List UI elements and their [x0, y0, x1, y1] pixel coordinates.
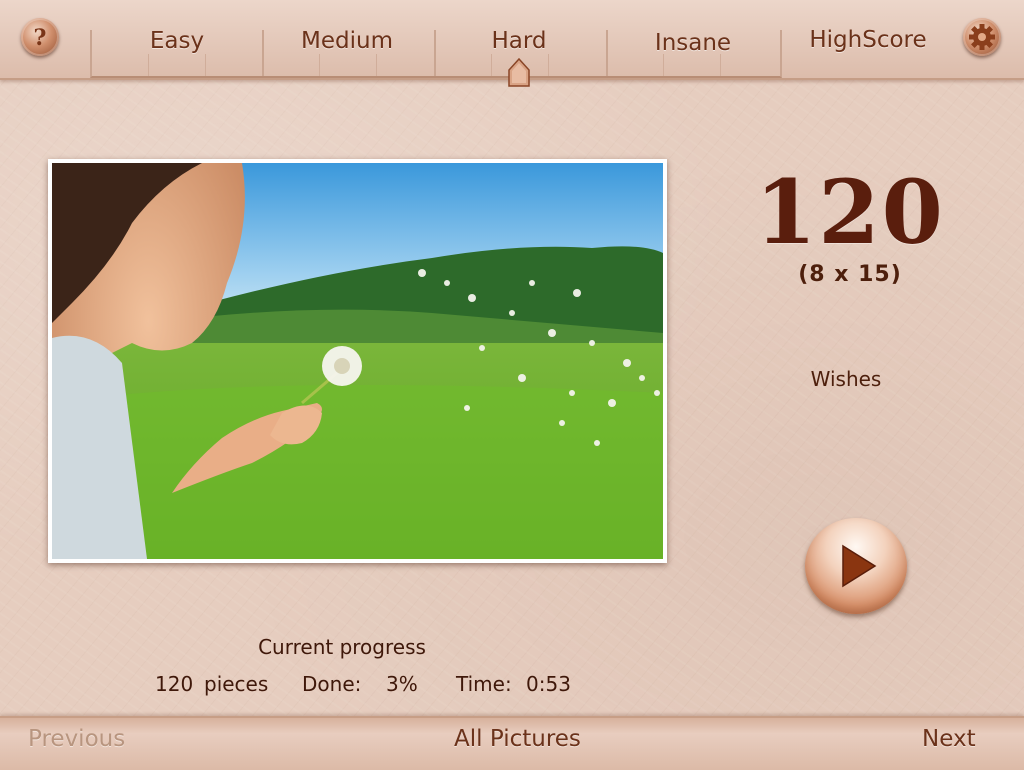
pieces-label: pieces [204, 672, 269, 696]
done-value: 3% [386, 672, 418, 696]
all-pictures-button[interactable]: All Pictures [454, 726, 581, 752]
time-label: Time: [456, 672, 512, 696]
puzzle-picture-frame[interactable] [48, 159, 667, 563]
picture-title: Wishes [810, 367, 882, 391]
next-button[interactable]: Next [922, 726, 976, 752]
play-icon [842, 544, 877, 588]
help-button[interactable]: ? [21, 18, 59, 56]
play-button[interactable] [805, 518, 907, 614]
selected-tab-indicator [508, 57, 530, 87]
pieces-count: 120 [155, 672, 194, 696]
question-mark-icon: ? [34, 25, 47, 51]
piece-count: 120 [755, 160, 945, 264]
time-value: 0:53 [526, 672, 571, 696]
done-label: Done: [302, 672, 362, 696]
settings-button[interactable] [963, 18, 1001, 56]
tab-medium[interactable]: Medium [261, 28, 433, 54]
tab-hard[interactable]: Hard [433, 28, 605, 54]
svg-text:?: ? [34, 25, 47, 51]
tab-easy[interactable]: Easy [91, 28, 263, 54]
gear-icon [969, 24, 995, 50]
tab-insane[interactable]: Insane [607, 30, 779, 56]
progress-title: Current progress [258, 635, 426, 659]
tab-highscore[interactable]: HighScore [782, 27, 954, 53]
puzzle-picture [52, 163, 663, 559]
grid-dimensions: (8 x 15) [798, 262, 902, 287]
previous-button[interactable]: Previous [28, 726, 125, 752]
